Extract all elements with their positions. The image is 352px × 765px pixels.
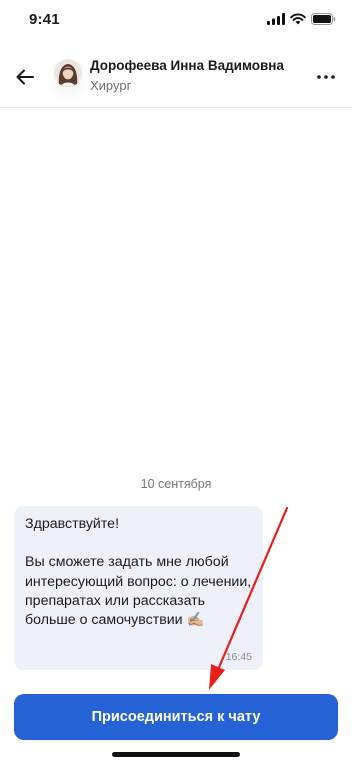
wifi-icon (290, 13, 306, 25)
more-dots-icon (317, 75, 335, 79)
arrow-left-icon (16, 69, 34, 85)
status-icons (267, 13, 336, 25)
back-button[interactable] (12, 64, 38, 90)
doctor-avatar[interactable] (54, 59, 82, 87)
avatar-image (54, 59, 82, 87)
join-chat-button[interactable]: Присоединиться к чату (14, 694, 338, 740)
message-bubble[interactable]: Здравствуйте! Вы сможете задать мне любо… (14, 506, 263, 670)
message-text: Здравствуйте! Вы сможете задать мне любо… (25, 516, 252, 629)
message-time: 16:45 (225, 651, 252, 663)
doctor-role: Хирург (90, 78, 132, 93)
battery-icon (311, 13, 336, 25)
doctor-name[interactable]: Дорофеева Инна Вадимовна (90, 58, 284, 73)
more-options-button[interactable] (314, 65, 338, 89)
status-time: 9:41 (29, 11, 60, 28)
chat-header: Дорофеева Инна Вадимовна Хирург (0, 44, 352, 108)
home-indicator (112, 752, 240, 757)
date-separator: 10 сентября (140, 477, 212, 491)
status-bar: 9:41 (0, 0, 352, 44)
signal-icon (267, 13, 285, 25)
